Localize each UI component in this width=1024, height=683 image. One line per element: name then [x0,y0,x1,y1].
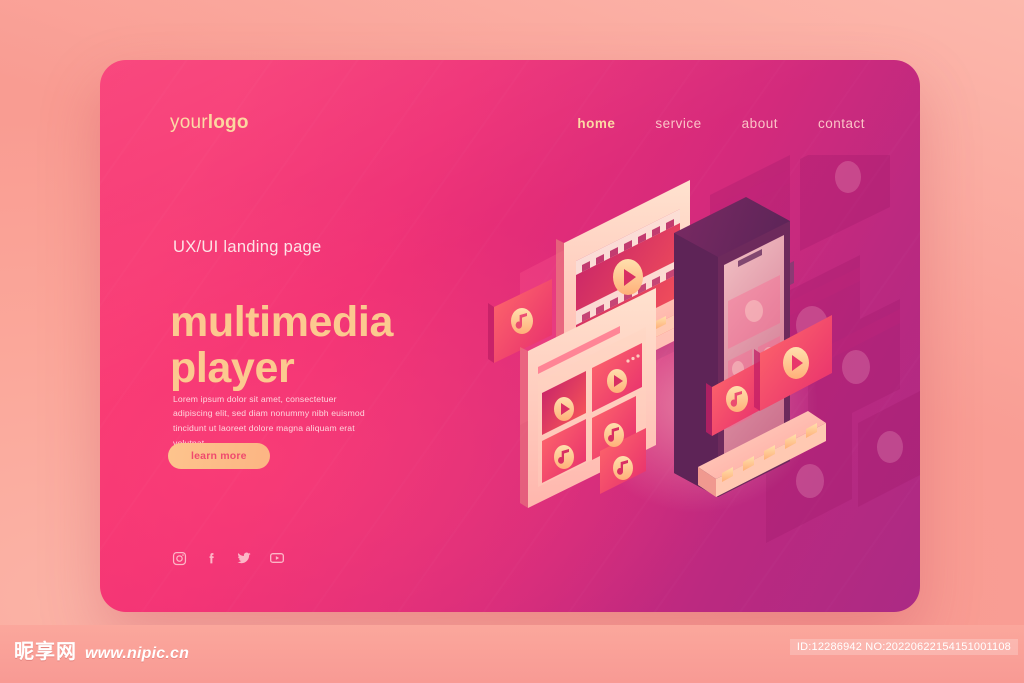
social-links [172,550,285,566]
watermark-site-url: www.nipic.cn [85,645,190,662]
brand-logo[interactable]: yourlogo [170,112,249,134]
brand-logo-prefix: your [170,112,208,133]
screenshot-root: yourlogo home service about contact UX/U… [0,0,1024,683]
main-navigation: home service about contact [577,116,865,131]
hero-title: multimedia player [170,299,590,391]
brand-logo-strong: logo [207,112,249,133]
watermark-id-badge: ID:12286942 NO:20220622154151001108 [789,639,1018,655]
hero-eyebrow: UX/UI landing page [173,238,322,256]
hero-card: yourlogo home service about contact UX/U… [100,60,920,612]
hero-paragraph: Lorem ipsum dolor sit amet, consectetuer… [173,393,365,448]
nav-item-about[interactable]: about [742,116,778,131]
hero-title-line-2: player [170,343,295,392]
facebook-icon[interactable] [204,551,219,566]
nav-item-service[interactable]: service [655,116,701,131]
learn-more-button[interactable]: learn more [168,443,270,469]
nav-item-home[interactable]: home [577,116,615,131]
instagram-icon[interactable] [172,551,187,566]
twitter-icon[interactable] [236,550,252,566]
watermark-site-name: 昵享网 [14,639,77,663]
watermark-brand: 昵享网 www.nipic.cn [14,635,189,664]
youtube-icon[interactable] [269,550,285,566]
hero-title-line-1: multimedia [170,297,393,346]
watermark-bar: 昵享网 www.nipic.cn ID:12286942 NO:20220622… [0,625,1024,683]
nav-item-contact[interactable]: contact [818,116,865,131]
